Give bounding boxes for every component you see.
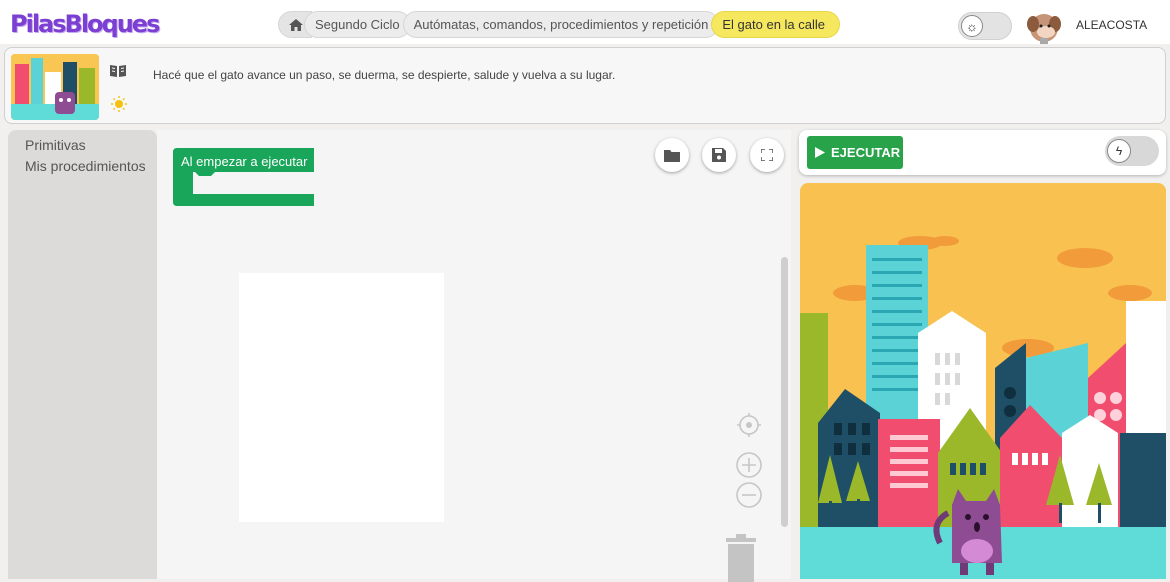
blank-area <box>239 273 444 522</box>
challenge-description: Hacé que el gato avance un paso, se duer… <box>153 68 616 82</box>
top-bar: PilasBloques Segundo Ciclo Autómatas, co… <box>0 0 1170 44</box>
run-toolbar: EJECUTAR ϟ <box>799 130 1166 175</box>
theme-toggle[interactable]: ☼ <box>958 12 1012 40</box>
play-icon <box>815 147 825 158</box>
run-button[interactable]: EJECUTAR <box>807 136 903 169</box>
save-icon <box>712 148 726 162</box>
challenge-bar: Hacé que el gato avance un paso, se duer… <box>4 47 1166 124</box>
breadcrumb: Segundo Ciclo Autómatas, comandos, proce… <box>278 11 841 38</box>
username[interactable]: ALEACOSTA <box>1076 18 1147 32</box>
avatar[interactable] <box>1024 10 1064 44</box>
fullscreen-button[interactable] <box>750 138 784 172</box>
breadcrumb-item-book[interactable]: Autómatas, comandos, procedimientos y re… <box>402 11 720 38</box>
challenge-thumbnail <box>11 54 99 120</box>
breadcrumb-item-challenge[interactable]: El gato en la calle <box>711 11 841 38</box>
logo[interactable]: PilasBloques <box>10 10 160 38</box>
folder-icon <box>664 149 680 162</box>
home-icon <box>289 18 303 31</box>
center-icon[interactable] <box>735 411 763 439</box>
block-workspace[interactable]: Al empezar a ejecutar <box>157 130 791 582</box>
save-button[interactable] <box>702 138 736 172</box>
run-button-label: EJECUTAR <box>831 145 901 160</box>
open-file-button[interactable] <box>655 138 689 172</box>
start-block[interactable]: Al empezar a ejecutar <box>173 148 318 213</box>
workspace-scrollbar[interactable] <box>781 257 788 527</box>
book-icon[interactable] <box>109 64 127 78</box>
palette-category-procedimientos[interactable]: Mis procedimientos <box>8 156 157 177</box>
block-palette: Primitivas Mis procedimientos <box>8 130 157 579</box>
theme-toggle-icon: ☼ <box>961 15 983 37</box>
breadcrumb-item-ciclo[interactable]: Segundo Ciclo <box>304 11 411 38</box>
bulb-icon[interactable] <box>111 96 127 112</box>
zoom-in-icon[interactable] <box>735 451 763 479</box>
turbo-toggle[interactable]: ϟ <box>1105 136 1159 166</box>
stage-scene <box>800 183 1166 579</box>
fullscreen-icon <box>761 149 773 161</box>
zoom-out-icon[interactable] <box>735 481 763 509</box>
turbo-icon: ϟ <box>1107 139 1131 163</box>
palette-category-primitivas[interactable]: Primitivas <box>8 135 157 156</box>
start-block-label: Al empezar a ejecutar <box>181 154 308 169</box>
trash-icon[interactable] <box>723 532 759 582</box>
